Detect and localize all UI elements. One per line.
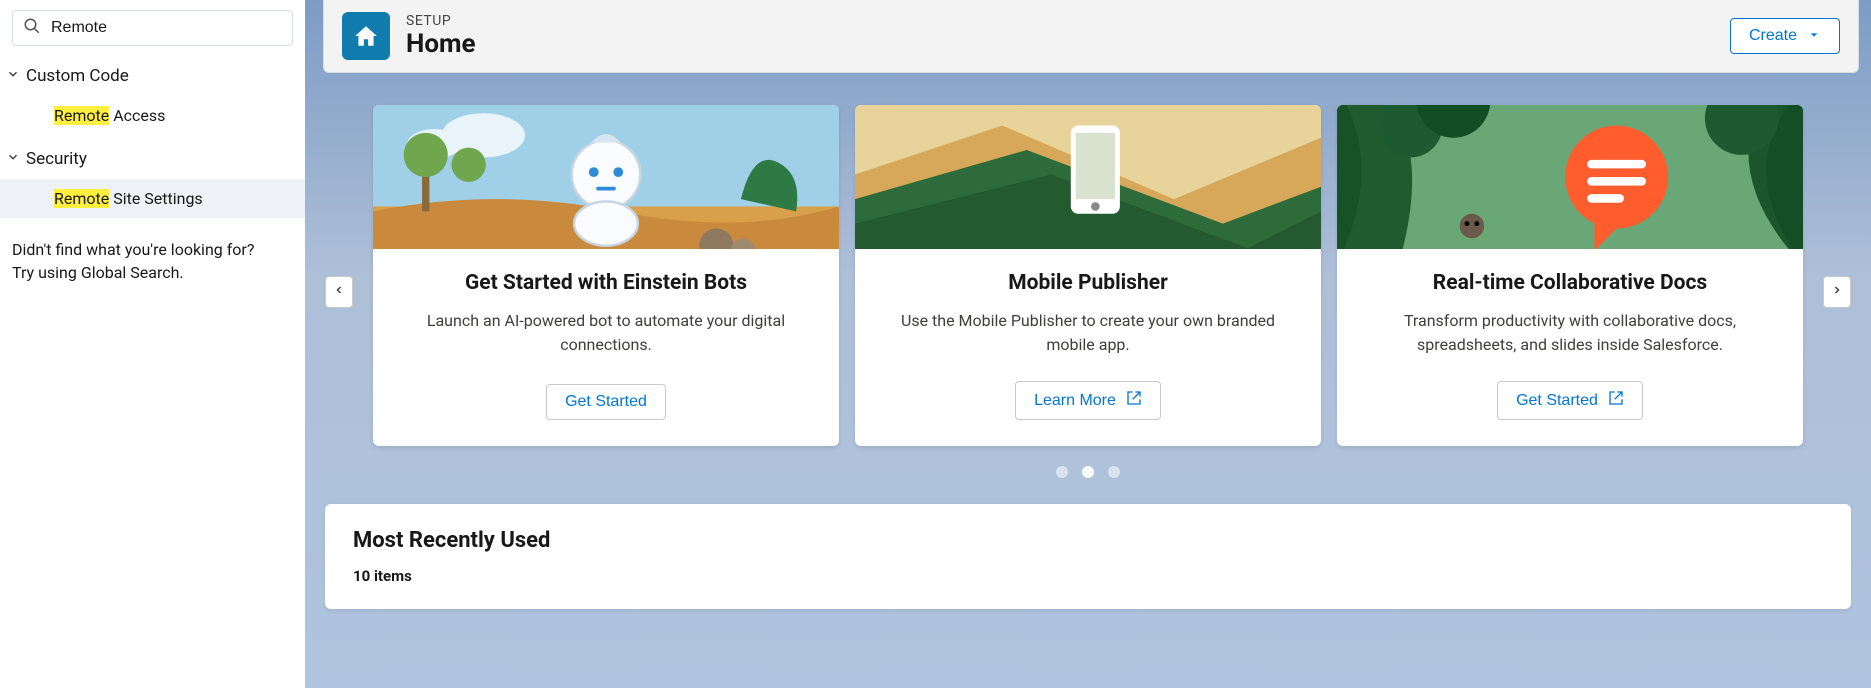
chevron-down-icon: [6, 149, 26, 169]
home-icon: [342, 12, 390, 60]
promo-card-collaborative-docs: Real-time Collaborative Docs Transform p…: [1337, 105, 1803, 446]
card-action-button[interactable]: Get Started: [546, 384, 666, 420]
carousel-dot-0[interactable]: [1056, 466, 1068, 478]
carousel: Get Started with Einstein Bots Launch an…: [305, 105, 1871, 478]
card-title: Mobile Publisher: [1008, 271, 1168, 295]
setup-sidebar: Custom Code Remote Access Security Remot…: [0, 0, 305, 688]
no-results-help: Didn't find what you're looking for? Try…: [0, 218, 305, 304]
chevron-down-icon: [6, 66, 26, 86]
carousel-prev-button[interactable]: [325, 276, 353, 308]
card-title: Get Started with Einstein Bots: [465, 271, 747, 295]
quick-find-input[interactable]: [51, 19, 282, 37]
card-illustration: [855, 105, 1321, 249]
page-title: Home: [406, 29, 1730, 59]
tree-section-label: Custom Code: [26, 66, 129, 86]
carousel-dot-2[interactable]: [1108, 466, 1120, 478]
external-link-icon: [1126, 390, 1142, 411]
search-icon: [23, 17, 51, 39]
card-description: Use the Mobile Publisher to create your …: [879, 309, 1297, 357]
page-header: SETUP Home Create: [323, 0, 1859, 73]
chevron-right-icon: [1831, 282, 1843, 301]
create-button-label: Create: [1749, 27, 1797, 45]
carousel-dots: [325, 466, 1851, 478]
tree-section-security[interactable]: Security: [0, 139, 305, 179]
most-recently-used-panel: Most Recently Used 10 items: [325, 504, 1851, 609]
quick-find-box[interactable]: [12, 10, 293, 46]
carousel-dot-1[interactable]: [1082, 466, 1094, 478]
tree-item-remote-access[interactable]: Remote Access: [0, 96, 305, 135]
chevron-left-icon: [333, 282, 345, 301]
card-illustration: [1337, 105, 1803, 249]
search-highlight: Remote: [54, 189, 109, 208]
card-illustration: [373, 105, 839, 249]
create-button[interactable]: Create: [1730, 18, 1840, 54]
card-title: Real-time Collaborative Docs: [1433, 271, 1707, 295]
recent-count: 10 items: [353, 567, 1823, 585]
tree-section-custom-code[interactable]: Custom Code: [0, 56, 305, 96]
tree-section-label: Security: [26, 149, 87, 169]
setup-main: SETUP Home Create: [305, 0, 1871, 688]
card-description: Launch an AI-powered bot to automate you…: [397, 309, 815, 360]
external-link-icon: [1608, 390, 1624, 411]
card-description: Transform productivity with collaborativ…: [1361, 309, 1779, 357]
carousel-next-button[interactable]: [1823, 276, 1851, 308]
promo-card-mobile-publisher: Mobile Publisher Use the Mobile Publishe…: [855, 105, 1321, 446]
search-highlight: Remote: [54, 106, 109, 125]
card-action-button[interactable]: Get Started: [1497, 381, 1643, 420]
tree-item-remote-site-settings[interactable]: Remote Site Settings: [0, 179, 305, 218]
page-eyebrow: SETUP: [406, 13, 1730, 29]
caret-down-icon: [1807, 27, 1821, 45]
recent-title: Most Recently Used: [353, 528, 1823, 553]
promo-card-einstein-bots: Get Started with Einstein Bots Launch an…: [373, 105, 839, 446]
card-action-button[interactable]: Learn More: [1015, 381, 1161, 420]
